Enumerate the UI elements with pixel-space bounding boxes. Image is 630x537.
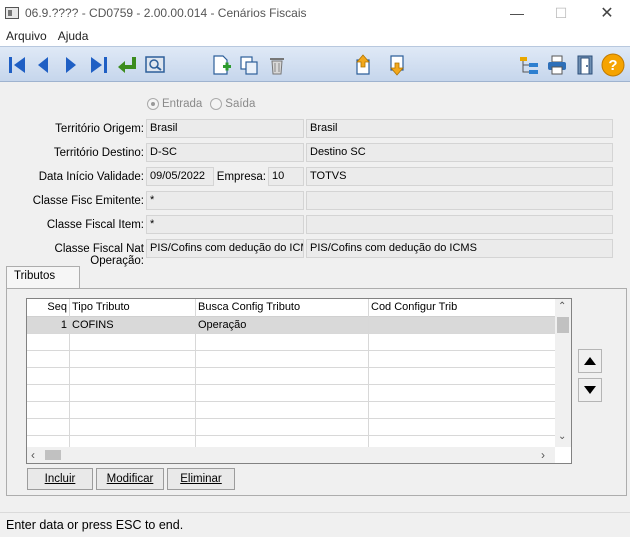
classe-emitente-field[interactable]: * (146, 191, 304, 210)
window-title: 06.9.???? - CD0759 - 2.00.00.014 - Cenár… (25, 6, 307, 20)
last-record-icon[interactable] (86, 52, 112, 78)
toolbar: ? (0, 46, 630, 82)
territorio-origem-field[interactable]: Brasil (146, 119, 304, 138)
empty-row[interactable] (27, 402, 555, 419)
col-busca-config[interactable]: Busca Config Tributo (196, 299, 369, 317)
first-record-icon[interactable] (4, 52, 30, 78)
data-inicio-field[interactable]: 09/05/2022 (146, 167, 214, 186)
menu-ajuda[interactable]: Ajuda (52, 29, 94, 43)
empty-row[interactable] (27, 368, 555, 385)
help-icon[interactable]: ? (600, 52, 626, 78)
scroll-right-arrow-icon[interactable]: › (541, 448, 545, 462)
territorio-destino-field[interactable]: D-SC (146, 143, 304, 162)
classe-emitente-desc (306, 191, 613, 210)
menu-bar: Arquivo Ajuda (0, 26, 630, 46)
exit-icon[interactable] (572, 52, 598, 78)
radio-entrada-label: Entrada (162, 98, 203, 110)
app-icon (5, 7, 19, 19)
col-tipo-tributo[interactable]: Tipo Tributo (70, 299, 196, 317)
scroll-left-arrow-icon[interactable]: ‹ (31, 448, 35, 462)
cell-busca: Operação (196, 317, 369, 334)
horizontal-scroll-thumb[interactable] (45, 450, 61, 460)
empresa-label: Empresa: (216, 171, 266, 183)
tab-tributos[interactable]: Tributos (6, 266, 80, 288)
close-button[interactable]: ✕ (584, 0, 630, 26)
move-down-button[interactable] (578, 378, 602, 402)
classe-item-field[interactable]: * (146, 215, 304, 234)
table-row[interactable]: 1 COFINS Operação (27, 317, 555, 334)
next-record-icon[interactable] (58, 52, 84, 78)
copy-record-icon[interactable] (236, 52, 262, 78)
cell-seq: 1 (27, 317, 70, 334)
horizontal-scrollbar[interactable]: ‹ › (27, 447, 555, 463)
new-record-icon[interactable] (208, 52, 234, 78)
grid-header: Seq Tipo Tributo Busca Config Tributo Co… (27, 299, 555, 317)
tree-icon[interactable] (516, 52, 542, 78)
scroll-up-arrow-icon[interactable]: ⌃ (558, 301, 566, 312)
classe-emitente-label: Classe Fisc Emitente: (32, 195, 144, 207)
empresa-desc: TOTVS (306, 167, 613, 186)
previous-record-icon[interactable] (30, 52, 56, 78)
modificar-button[interactable]: Modificar (96, 468, 164, 490)
classe-nat-field[interactable]: PIS/Cofins com dedução do ICM (146, 239, 304, 258)
empty-row[interactable] (27, 334, 555, 351)
vertical-scroll-thumb[interactable] (557, 317, 569, 333)
arrow-down-icon (584, 386, 596, 394)
radio-saida[interactable] (210, 98, 223, 110)
empty-row[interactable] (27, 351, 555, 368)
tributos-grid[interactable]: Seq Tipo Tributo Busca Config Tributo Co… (26, 298, 572, 464)
svg-text:?: ? (608, 57, 617, 74)
cell-tipo: COFINS (70, 317, 196, 334)
move-up-button[interactable] (578, 349, 602, 373)
search-icon[interactable] (142, 52, 168, 78)
incluir-button[interactable]: Incluir (27, 468, 93, 490)
import-icon[interactable] (350, 52, 376, 78)
minimize-button[interactable]: — (494, 0, 540, 26)
col-cod-configur[interactable]: Cod Configur Trib (369, 299, 555, 317)
classe-item-desc (306, 215, 613, 234)
direction-radio-group: Entrada Saída (147, 98, 255, 110)
menu-arquivo[interactable]: Arquivo (0, 29, 52, 43)
classe-item-label: Classe Fiscal Item: (46, 219, 144, 231)
status-bar: Enter data or press ESC to end. (0, 512, 630, 537)
print-icon[interactable] (544, 52, 570, 78)
maximize-button[interactable]: ☐ (538, 0, 584, 26)
export-icon[interactable] (384, 52, 410, 78)
empresa-field[interactable]: 10 (268, 167, 304, 186)
goto-icon[interactable] (114, 52, 140, 78)
main-window: 06.9.???? - CD0759 - 2.00.00.014 - Cenár… (0, 0, 630, 537)
territorio-origem-desc: Brasil (306, 119, 613, 138)
territorio-destino-desc: Destino SC (306, 143, 613, 162)
territorio-destino-label: Território Destino: (53, 147, 144, 159)
empty-row[interactable] (27, 385, 555, 402)
form-area: Entrada Saída Território Origem: Brasil … (0, 90, 630, 267)
delete-record-icon[interactable] (264, 52, 290, 78)
vertical-scrollbar[interactable]: ⌃ ⌄ (555, 299, 571, 447)
radio-saida-label: Saída (225, 98, 256, 110)
eliminar-button[interactable]: Eliminar (167, 468, 235, 490)
arrow-up-icon (584, 357, 596, 365)
data-inicio-label: Data Início Validade: (38, 171, 144, 183)
scroll-down-arrow-icon[interactable]: ⌄ (558, 431, 566, 442)
col-seq[interactable]: Seq (27, 299, 70, 317)
title-bar: 06.9.???? - CD0759 - 2.00.00.014 - Cenár… (0, 0, 630, 26)
empty-row[interactable] (27, 419, 555, 436)
classe-nat-label: Classe Fiscal Nat Operação: (54, 243, 144, 267)
cell-cod (369, 317, 555, 334)
territorio-origem-label: Território Origem: (55, 123, 144, 135)
classe-nat-desc: PIS/Cofins com dedução do ICMS (306, 239, 613, 258)
radio-entrada[interactable] (147, 98, 159, 110)
